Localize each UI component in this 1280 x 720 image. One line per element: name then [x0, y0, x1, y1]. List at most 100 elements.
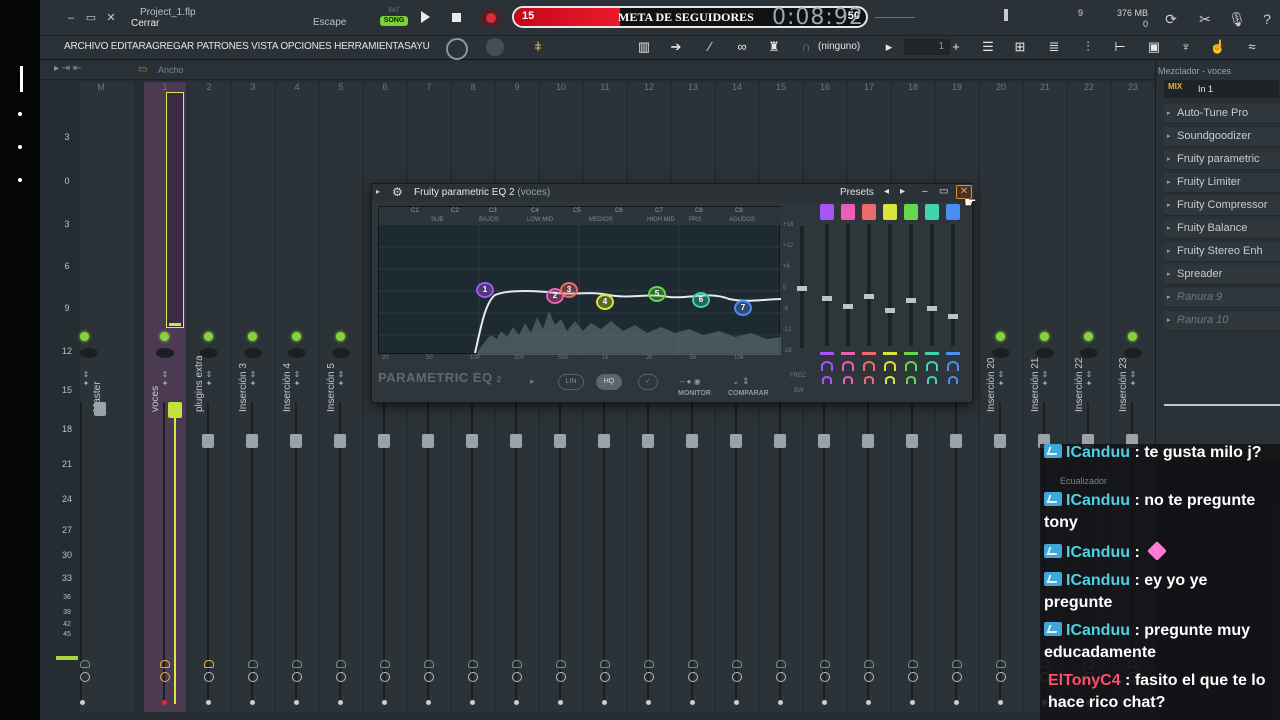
- volume-fader[interactable]: [466, 434, 478, 448]
- slot-arrow-icon[interactable]: ▸: [1167, 247, 1171, 255]
- record-arm-icon[interactable]: [426, 700, 431, 705]
- stereo-arrows-icon[interactable]: ⇕✦: [335, 370, 347, 388]
- record-arm-icon[interactable]: [822, 700, 827, 705]
- send-knob-icon[interactable]: [556, 672, 566, 682]
- band-freq-knob[interactable]: [947, 361, 959, 371]
- send-knob-icon[interactable]: [380, 672, 390, 682]
- route-icon[interactable]: [820, 660, 830, 668]
- route-icon[interactable]: [424, 660, 434, 668]
- brush-icon[interactable]: ⁄: [698, 38, 722, 56]
- stamp-icon[interactable]: ♜: [762, 38, 786, 56]
- eq-band-node-6[interactable]: 6: [692, 292, 710, 308]
- effect-slot-3[interactable]: ▸ Fruity parametric: [1164, 150, 1280, 170]
- band-gain-handle[interactable]: [927, 306, 937, 311]
- volume-fader[interactable]: [422, 434, 434, 448]
- monitor-toggles[interactable]: – ● ◉: [680, 377, 701, 386]
- pan-knob[interactable]: [80, 348, 98, 358]
- record-arm-icon[interactable]: [646, 700, 651, 705]
- pan-knob[interactable]: [156, 348, 174, 358]
- track-enable-led[interactable]: [996, 332, 1005, 341]
- stereo-arrows-icon[interactable]: ⇕✦: [1083, 370, 1095, 388]
- send-knob-icon[interactable]: [776, 672, 786, 682]
- track-enable-led[interactable]: [160, 332, 169, 341]
- band-freq-knob[interactable]: [842, 361, 854, 371]
- check-icon[interactable]: ✓: [638, 374, 658, 390]
- effect-slot-5[interactable]: ▸ Fruity Compressor: [1164, 196, 1280, 216]
- track-enable-led[interactable]: [1128, 332, 1137, 341]
- volume-fader[interactable]: [950, 434, 962, 448]
- piano-icon[interactable]: ▥: [632, 38, 656, 56]
- pan-knob[interactable]: [244, 348, 262, 358]
- magnet-icon[interactable]: ∩: [794, 38, 818, 56]
- slot-arrow-icon[interactable]: ▸: [1167, 178, 1171, 186]
- stereo-arrows-icon[interactable]: ⇕✦: [1039, 370, 1051, 388]
- route-icon[interactable]: [248, 660, 258, 668]
- touch-icon[interactable]: ☝: [1206, 38, 1230, 56]
- slot-arrow-icon[interactable]: ▸: [1167, 132, 1171, 140]
- step-value-input[interactable]: 1: [904, 39, 950, 55]
- volume-fader[interactable]: [202, 434, 214, 448]
- track-enable-led[interactable]: [1084, 332, 1093, 341]
- master-pitch-slider[interactable]: [875, 17, 915, 18]
- effect-slot-4[interactable]: ▸ Fruity Limiter: [1164, 173, 1280, 193]
- record-arm-icon[interactable]: [206, 700, 211, 705]
- route-icon[interactable]: [468, 660, 478, 668]
- record-arm-icon[interactable]: [338, 700, 343, 705]
- band-bw-knob[interactable]: [864, 376, 874, 384]
- stop-button[interactable]: [452, 13, 461, 22]
- record-arm-icon[interactable]: [250, 700, 255, 705]
- volume-fader[interactable]: [642, 434, 654, 448]
- wave-icon[interactable]: ≈: [1240, 38, 1264, 56]
- band-type-icon[interactable]: [925, 204, 939, 220]
- send-knob-icon[interactable]: [644, 672, 654, 682]
- volume-fader[interactable]: [818, 434, 830, 448]
- track-enable-led[interactable]: [80, 332, 89, 341]
- record-arm-icon[interactable]: [514, 700, 519, 705]
- volume-fader[interactable]: [598, 434, 610, 448]
- route-icon[interactable]: [380, 660, 390, 668]
- eq-band-node-5[interactable]: 5: [648, 286, 666, 302]
- record-arm-icon[interactable]: [910, 700, 915, 705]
- eq-graph[interactable]: C1 C2 C3 C4 C5 C6 C7 C8 C9 SUB BAJOS LOW MID MEDIOS H…: [378, 206, 781, 355]
- eq-band-node-7[interactable]: 7: [734, 300, 752, 316]
- pan-knob[interactable]: [332, 348, 350, 358]
- volume-fader[interactable]: [686, 434, 698, 448]
- record-arm-icon[interactable]: [294, 700, 299, 705]
- volume-fader[interactable]: [378, 434, 390, 448]
- refresh-icon[interactable]: ⟳: [1162, 10, 1180, 28]
- record-arm-icon[interactable]: [954, 700, 959, 705]
- route-icon[interactable]: [996, 660, 1006, 668]
- pat-song-toggle[interactable]: PAT SONG: [380, 8, 408, 30]
- band-bw-knob[interactable]: [822, 376, 832, 384]
- route-icon[interactable]: [336, 660, 346, 668]
- band-type-icon[interactable]: [904, 204, 918, 220]
- band-gain-handle[interactable]: [843, 304, 853, 309]
- effect-slot-7[interactable]: ▸ Fruity Stereo Enh: [1164, 242, 1280, 262]
- volume-fader[interactable]: [862, 434, 874, 448]
- slot-arrow-icon[interactable]: ▸: [1167, 155, 1171, 163]
- preset-next-icon[interactable]: ▸: [900, 186, 905, 197]
- record-arm-icon[interactable]: [778, 700, 783, 705]
- folder-icon[interactable]: ▣: [1142, 38, 1166, 56]
- send-knob-icon[interactable]: [424, 672, 434, 682]
- stereo-arrows-icon[interactable]: ⇕✦: [247, 370, 259, 388]
- send-knob-icon[interactable]: [996, 672, 1006, 682]
- master-pitch-knob[interactable]: [486, 38, 504, 56]
- stereo-arrows-icon[interactable]: ⇕✦: [291, 370, 303, 388]
- route-icon[interactable]: [512, 660, 522, 668]
- band-type-icon[interactable]: [841, 204, 855, 220]
- band-type-icon[interactable]: [883, 204, 897, 220]
- route-icon[interactable]: [732, 660, 742, 668]
- input-selector[interactable]: MIX In 1: [1164, 80, 1279, 98]
- slot-arrow-icon[interactable]: ▸: [1167, 293, 1171, 301]
- band-gain-handle[interactable]: [885, 308, 895, 313]
- effect-slot-1[interactable]: ▸ Auto-Tune Pro: [1164, 104, 1280, 124]
- play-small-icon[interactable]: ▸: [882, 38, 896, 56]
- effect-slot-6[interactable]: ▸ Fruity Balance: [1164, 219, 1280, 239]
- band-gain-slider[interactable]: [822, 224, 832, 346]
- lin-button[interactable]: LIN: [558, 374, 584, 390]
- band-type-icon[interactable]: [946, 204, 960, 220]
- route-icon[interactable]: [160, 660, 170, 668]
- route-icon[interactable]: [952, 660, 962, 668]
- band-freq-knob[interactable]: [884, 361, 896, 371]
